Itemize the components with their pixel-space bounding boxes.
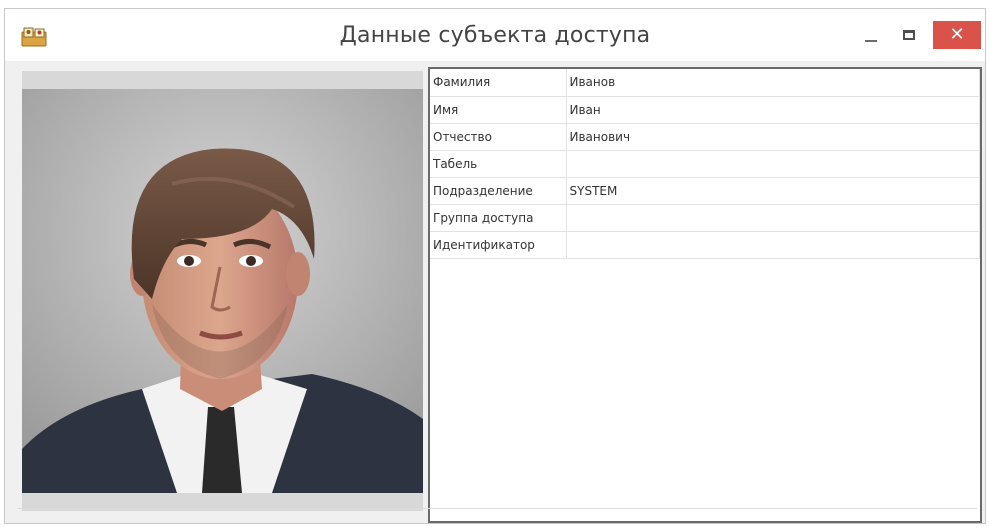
field-label: Табель	[430, 150, 567, 178]
field-row-lastname[interactable]: Фамилия Иванов	[430, 69, 980, 97]
subject-fields-table: Фамилия Иванов Имя Иван Отчество Иванови…	[430, 69, 980, 259]
minimize-button[interactable]	[857, 25, 887, 49]
maximize-button[interactable]	[895, 23, 925, 49]
field-row-identifier[interactable]: Идентификатор	[430, 231, 980, 259]
title-bar[interactable]: Данные субъекта доступа ✕	[5, 9, 985, 61]
field-value[interactable]	[566, 204, 980, 232]
field-label: Имя	[430, 96, 567, 124]
field-value[interactable]: Иван	[566, 96, 980, 124]
field-label: Идентификатор	[430, 231, 567, 259]
field-row-tabel[interactable]: Табель	[430, 150, 980, 178]
field-value[interactable]: Иванович	[566, 123, 980, 151]
window-title: Данные субъекта доступа	[339, 23, 651, 48]
access-subject-window: Данные субъекта доступа ✕ Фамилия Иванов…	[4, 8, 986, 524]
field-value[interactable]	[566, 150, 980, 178]
field-row-access-group[interactable]: Группа доступа	[430, 204, 980, 232]
status-bar	[17, 508, 977, 517]
subject-info-panel: Фамилия Иванов Имя Иван Отчество Иванови…	[428, 67, 982, 523]
close-icon: ✕	[949, 24, 965, 45]
person-photo	[22, 89, 423, 493]
field-row-department[interactable]: Подразделение SYSTEM	[430, 177, 980, 205]
field-row-firstname[interactable]: Имя Иван	[430, 96, 980, 124]
field-label: Группа доступа	[430, 204, 567, 232]
field-label: Отчество	[430, 123, 567, 151]
field-value[interactable]: Иванов	[566, 69, 980, 97]
field-row-patronymic[interactable]: Отчество Иванович	[430, 123, 980, 151]
close-button[interactable]: ✕	[933, 21, 981, 49]
field-value[interactable]: SYSTEM	[566, 177, 980, 205]
field-label: Подразделение	[430, 177, 567, 205]
field-label: Фамилия	[430, 69, 567, 97]
field-value[interactable]	[566, 231, 980, 259]
photo-panel	[22, 71, 423, 511]
